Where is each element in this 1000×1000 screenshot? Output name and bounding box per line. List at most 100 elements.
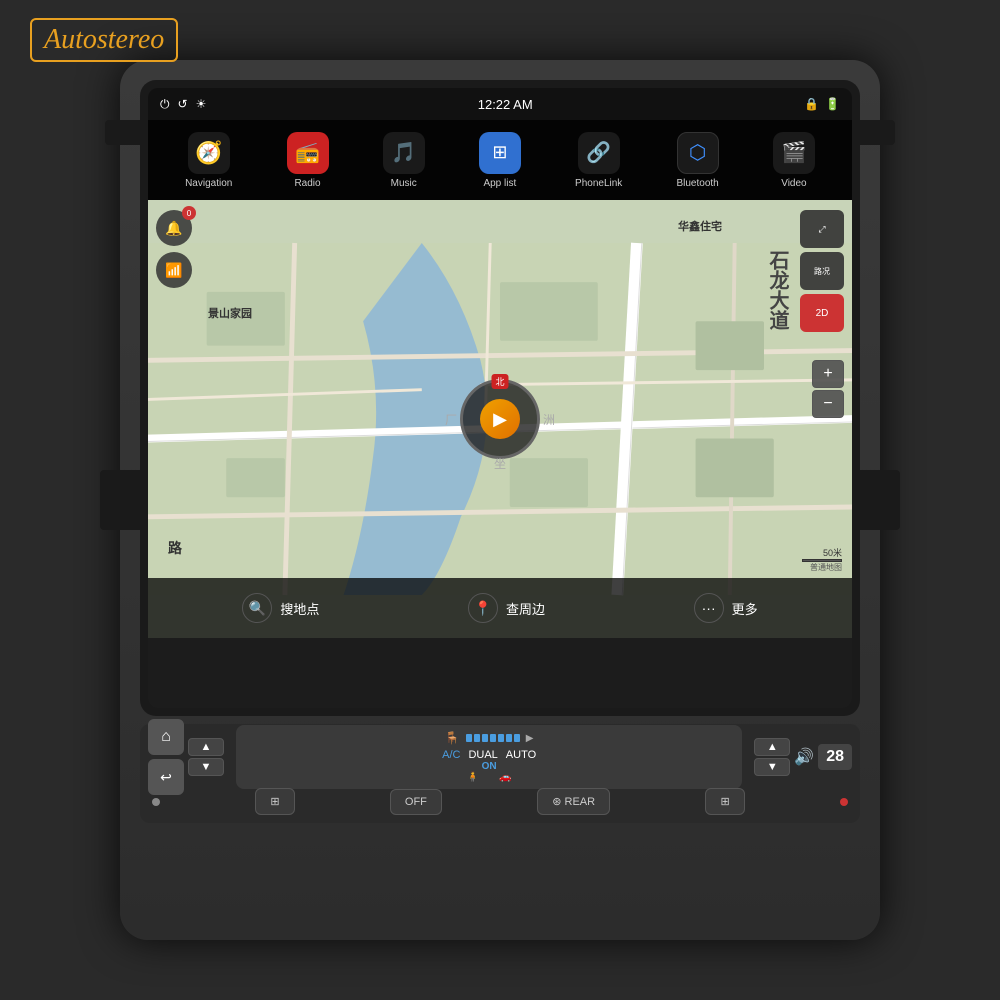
car-unit: ⏻ ↺ ☀ 12:22 AM 🔒 🔋 🧭 xyxy=(120,60,880,940)
bluetooth-label: Bluetooth xyxy=(676,178,718,189)
compass-left: 厂 xyxy=(445,411,457,428)
compass-right: 洲 xyxy=(543,411,555,428)
brightness-icon: ☀ xyxy=(196,97,207,111)
map-bottom-bar: 🔍 搜地点 📍 查周边 ··· 更多 xyxy=(148,578,852,638)
compass-north: 北 xyxy=(491,374,508,389)
bar-seg-3 xyxy=(482,734,488,742)
app-radio[interactable]: 📻 Radio xyxy=(287,132,329,189)
status-left-icons: ⏻ ↺ ☀ xyxy=(160,97,206,112)
bar-seg-7 xyxy=(514,734,520,742)
map-label-jingshan: 景山家园 xyxy=(208,305,252,321)
ac-label: A/C xyxy=(442,749,460,761)
more-icon: ··· xyxy=(694,593,724,623)
scale-indicator: 50米 普通地图 xyxy=(802,546,842,573)
tune-down-btn[interactable]: ▼ xyxy=(754,758,790,776)
2d-btn[interactable]: 2D xyxy=(800,294,844,332)
compass-ring: 北 厂 洲 坐 ▶ xyxy=(460,379,540,459)
dual-label: DUAL xyxy=(468,749,497,761)
on-label: ON xyxy=(482,761,497,772)
nav-compass[interactable]: 北 厂 洲 坐 ▶ xyxy=(460,379,540,459)
bar-seg-5 xyxy=(498,734,504,742)
zoom-in-btn[interactable]: + xyxy=(812,360,844,388)
app-navigation[interactable]: 🧭 Navigation xyxy=(185,132,232,189)
battery-icon: 🔋 xyxy=(825,97,840,111)
zoom-controls: + − xyxy=(812,360,844,418)
video-label: Video xyxy=(781,178,806,189)
nav-label: Navigation xyxy=(185,178,232,189)
phonelink-label: PhoneLink xyxy=(575,178,622,189)
search-place-label: 搜地点 xyxy=(280,599,319,618)
app-applist[interactable]: ⊞ App list xyxy=(479,132,521,189)
rear-btn[interactable]: ⊛ REAR xyxy=(537,788,610,815)
grid-btn-left[interactable]: ⊞ xyxy=(255,788,294,815)
grid-btn-right[interactable]: ⊞ xyxy=(705,788,744,815)
volume-icon: 🔊 xyxy=(794,747,814,767)
bracket-top-right xyxy=(845,120,895,145)
ac-labels: A/C DUAL AUTO xyxy=(442,749,536,761)
off-btn[interactable]: OFF xyxy=(390,789,442,815)
app-music[interactable]: 🎵 Music xyxy=(383,132,425,189)
map-area[interactable]: 🔔 0 📶 ⤢ 路况 2D xyxy=(148,200,852,638)
more-btn[interactable]: ··· 更多 xyxy=(694,593,758,623)
screen-frame: ⏻ ↺ ☀ 12:22 AM 🔒 🔋 🧭 xyxy=(140,80,860,716)
bottom-row: ⊞ OFF ⊛ REAR ⊞ xyxy=(148,788,852,815)
traffic-label: 路况 xyxy=(814,266,830,277)
wifi-btn[interactable]: 📶 xyxy=(156,252,192,288)
map-left-controls: 🔔 0 📶 xyxy=(156,210,192,288)
ac-fan-bar xyxy=(466,734,520,742)
lock-icon: 🔒 xyxy=(804,97,819,111)
search-place-btn[interactable]: 🔍 搜地点 xyxy=(242,593,319,623)
screen: ⏻ ↺ ☀ 12:22 AM 🔒 🔋 🧭 xyxy=(148,88,852,708)
bar-seg-6 xyxy=(506,734,512,742)
sound-btn[interactable]: 🔔 0 xyxy=(156,210,192,246)
traffic-btn[interactable]: 路况 xyxy=(800,252,844,290)
2d-label: 2D xyxy=(816,308,829,319)
app-video[interactable]: 🎬 Video xyxy=(773,132,815,189)
bracket-left xyxy=(100,470,140,530)
seat-heat-icon: 🪑 xyxy=(445,731,460,745)
back-btn[interactable]: ↩ xyxy=(148,759,184,795)
app-phonelink[interactable]: 🔗 PhoneLink xyxy=(575,132,622,189)
zoom-out-btn[interactable]: − xyxy=(812,390,844,418)
nearby-btn[interactable]: 📍 查周边 xyxy=(468,593,545,623)
applist-label: App list xyxy=(483,178,516,189)
scale-label: 普通地图 xyxy=(810,562,842,573)
map-label-huaxin: 华鑫住宅 xyxy=(678,218,722,234)
car-icon: 🚗 xyxy=(499,772,511,783)
map-right-controls: ⤢ 路况 2D xyxy=(800,210,844,332)
brand-watermark: Autostereo xyxy=(30,18,178,62)
volume-level: 28 xyxy=(818,744,852,770)
ac-bottom: 🧍 🚗 xyxy=(467,772,512,783)
map-label-road: 路 xyxy=(168,538,182,558)
nav-up-btn[interactable]: ▲ xyxy=(188,738,224,756)
status-bar: ⏻ ↺ ☀ 12:22 AM 🔒 🔋 xyxy=(148,88,852,120)
more-label: 更多 xyxy=(732,599,758,618)
tune-up-btn[interactable]: ▲ xyxy=(754,738,790,756)
fullscreen-btn[interactable]: ⤢ xyxy=(800,210,844,248)
nav-down-btn[interactable]: ▼ xyxy=(188,758,224,776)
ac-arrow: ▶ xyxy=(526,733,534,744)
controls-panel: ⌂ ↩ ▲ ▼ 🪑 xyxy=(140,724,860,823)
compass-bottom: 坐 xyxy=(494,455,506,472)
status-right-icons: 🔒 🔋 xyxy=(804,97,840,111)
dot-left xyxy=(152,798,160,806)
scale-text: 50米 xyxy=(823,546,842,559)
nearby-icon: 📍 xyxy=(468,593,498,623)
search-place-icon: 🔍 xyxy=(242,593,272,623)
power-icon: ⏻ xyxy=(160,97,170,112)
status-time: 12:22 AM xyxy=(206,97,804,112)
bracket-right xyxy=(860,470,900,530)
volume-display: 🔊 28 xyxy=(794,744,852,770)
person-icon: 🧍 xyxy=(467,772,479,783)
outer-container: Autostereo ⏻ ↺ ☀ 12:22 AM 🔒 🔋 xyxy=(0,0,1000,1000)
app-bar: 🧭 Navigation 📻 Radio 🎵 M xyxy=(148,120,852,200)
compass-play-btn[interactable]: ▶ xyxy=(480,399,520,439)
home-btn[interactable]: ⌂ xyxy=(148,719,184,755)
app-bluetooth[interactable]: ⬡ Bluetooth xyxy=(676,132,718,189)
bar-seg-4 xyxy=(490,734,496,742)
undo-icon: ↺ xyxy=(178,97,188,111)
ac-top: 🪑 ▶ xyxy=(445,731,534,745)
music-label: Music xyxy=(391,178,417,189)
auto-label: AUTO xyxy=(506,749,536,761)
bar-seg-1 xyxy=(466,734,472,742)
